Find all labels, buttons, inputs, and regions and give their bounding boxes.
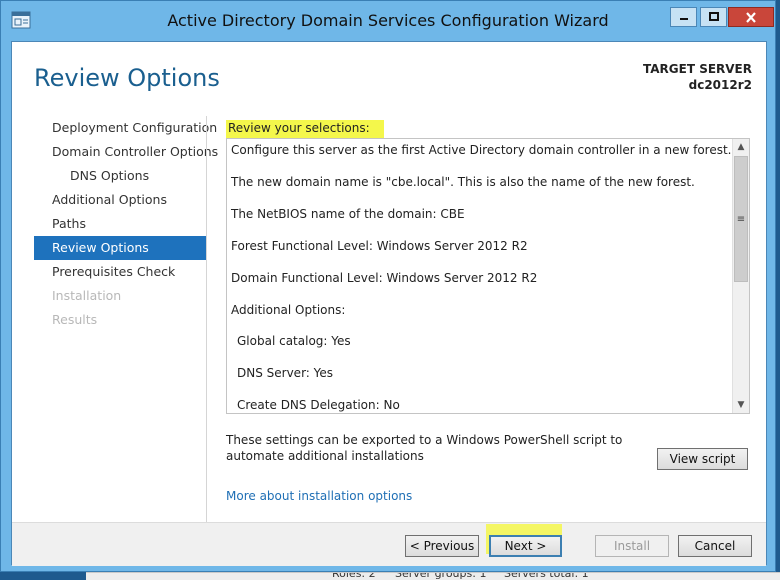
scroll-thumb[interactable]: ≡ (734, 156, 748, 282)
nav-item-deployment-configuration[interactable]: Deployment Configuration (34, 116, 217, 140)
next-button[interactable]: Next > (489, 535, 562, 557)
review-line: Domain Functional Level: Windows Server … (231, 271, 538, 285)
target-server-label: TARGET SERVER (643, 62, 752, 76)
more-installation-options-link[interactable]: More about installation options (226, 489, 412, 503)
close-button[interactable] (728, 7, 774, 27)
install-button: Install (595, 535, 669, 557)
nav-item-paths[interactable]: Paths (34, 212, 206, 236)
minimize-icon (679, 18, 688, 20)
nav-item-prerequisites-check[interactable]: Prerequisites Check (34, 260, 206, 284)
wizard-window: Active Directory Domain Services Configu… (0, 0, 776, 572)
scroll-up-icon[interactable]: ▲ (733, 139, 749, 155)
wizard-client-area: Review Options TARGET SERVER dc2012r2 De… (11, 41, 767, 566)
review-line: Additional Options: (231, 303, 346, 317)
review-line: Create DNS Delegation: No (237, 398, 400, 412)
wizard-step-nav: Deployment Configuration Domain Controll… (34, 116, 218, 332)
review-line: DNS Server: Yes (237, 366, 334, 380)
review-line: Global catalog: Yes (237, 334, 351, 348)
close-icon (746, 11, 756, 23)
review-scrollbar[interactable]: ▲ ≡ ▼ (732, 139, 749, 413)
review-line: The new domain name is "cbe.local". This… (231, 175, 695, 189)
background-taskbar: Roles: 2 Server groups: 1 Servers total:… (0, 572, 780, 580)
scroll-down-icon[interactable]: ▼ (733, 397, 749, 413)
export-settings-text: These settings can be exported to a Wind… (226, 433, 623, 463)
target-server-name: dc2012r2 (688, 78, 752, 92)
cancel-button[interactable]: Cancel (678, 535, 752, 557)
nav-divider (206, 116, 207, 526)
minimize-button[interactable] (670, 7, 697, 27)
nav-item-installation: Installation (52, 288, 122, 303)
nav-item-domain-controller-options[interactable]: Domain Controller Options (34, 140, 218, 164)
nav-item-review-options[interactable]: Review Options (34, 236, 206, 260)
window-title: Active Directory Domain Services Configu… (167, 11, 609, 30)
review-line: Configure this server as the first Activ… (231, 143, 732, 157)
previous-button[interactable]: < Previous (405, 535, 479, 557)
review-line: The NetBIOS name of the domain: CBE (231, 207, 465, 221)
page-title: Review Options (34, 64, 220, 92)
view-script-button[interactable]: View script (657, 448, 748, 470)
maximize-icon (708, 12, 719, 21)
maximize-button[interactable] (700, 7, 727, 27)
title-bar[interactable]: Active Directory Domain Services Configu… (1, 1, 775, 41)
review-line: Forest Functional Level: Windows Server … (231, 239, 528, 253)
review-selections-box[interactable]: Configure this server as the first Activ… (226, 138, 750, 414)
nav-item-additional-options[interactable]: Additional Options (34, 188, 206, 212)
nav-item-dns-options[interactable]: DNS Options (34, 164, 206, 188)
nav-item-results: Results (52, 312, 98, 327)
review-selections-label: Review your selections: (226, 120, 384, 138)
